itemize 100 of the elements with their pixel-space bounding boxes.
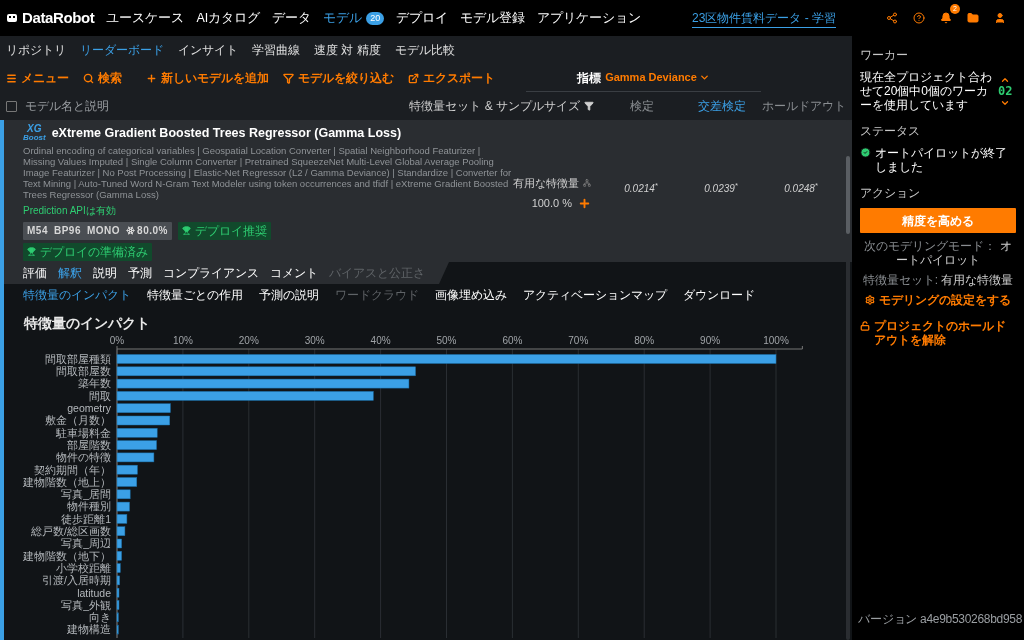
insight-tab[interactable]: ダウンロード: [683, 286, 755, 304]
project-link[interactable]: 23区物件賃料データ - 学習: [692, 8, 836, 28]
sidebar-link[interactable]: プロジェクトのホールドアウトを解除: [860, 319, 1016, 347]
logo[interactable]: DataRobot: [22, 6, 95, 30]
toolbar-button[interactable]: 検索: [83, 69, 122, 87]
bar: [116, 415, 170, 426]
nav-link[interactable]: モデル登録: [460, 8, 526, 28]
deploy-badge: デプロイの準備済み: [23, 242, 152, 261]
column-header[interactable]: 交差検定: [682, 97, 762, 115]
feature-set-text: 特徴量セット: 有用な特徴量: [861, 273, 1015, 287]
nav-link[interactable]: アプリケーション: [537, 8, 642, 28]
toolbar-button[interactable]: エクスポート: [408, 69, 495, 87]
nav-link[interactable]: ユースケース: [106, 8, 185, 28]
bar: [116, 477, 137, 487]
insight-tab[interactable]: アクティベーションマップ: [523, 286, 667, 304]
bar: [116, 501, 130, 512]
notifications-icon[interactable]: [940, 12, 952, 24]
select-all-checkbox[interactable]: [6, 100, 17, 112]
plus-icon: [146, 72, 157, 84]
user-icon[interactable]: [994, 12, 1006, 24]
version-text: バージョン a4e9b530268bd958: [858, 611, 1022, 628]
axis-tick-label: 60%: [502, 335, 523, 346]
bar-label: 間取部屋数: [56, 365, 111, 378]
toolbar-button[interactable]: メニュー: [6, 69, 69, 87]
count-badge: 20: [366, 11, 385, 25]
help-icon[interactable]: [913, 12, 925, 24]
sidebar-link[interactable]: モデリングの設定をする: [860, 293, 1016, 307]
subnav-tab[interactable]: リポジトリ: [6, 41, 66, 59]
axis-tick-label: 40%: [370, 335, 391, 346]
toolbar-button[interactable]: 新しいモデルを追加: [146, 69, 269, 87]
axis-tick-label: 10%: [172, 335, 193, 346]
section-heading: ワーカー: [860, 47, 909, 64]
bar-label: 物件の特徴: [56, 451, 111, 464]
subnav-tab[interactable]: モデル比較: [394, 41, 455, 59]
bar-label: 契約期間（年）: [34, 463, 111, 476]
toolbar-button[interactable]: モデルを絞り込む: [283, 69, 394, 87]
model-tag: M54 BP96 MONO 80.0%: [23, 221, 172, 240]
nav-link[interactable]: モデル 20: [323, 8, 385, 28]
metric-label: 指標: [577, 69, 602, 87]
chart-title: 特徴量のインパクト: [24, 315, 150, 332]
bar: [116, 600, 120, 610]
bar: [116, 428, 158, 438]
column-header[interactable]: ホールドアウト: [762, 97, 842, 115]
feature-set-name: 有用な特徴量: [513, 175, 579, 191]
metric-dropdown[interactable]: Gamma Deviance: [605, 69, 710, 86]
section-heading: アクション: [860, 185, 921, 202]
folder-icon[interactable]: [967, 12, 979, 24]
insight-tab[interactable]: 特徴量ごとの作用: [147, 286, 243, 304]
check-icon: [860, 147, 871, 158]
bar-label: 建物構造: [67, 623, 111, 636]
filter-icon[interactable]: [584, 101, 594, 111]
insight-tab[interactable]: 画像埋め込み: [435, 286, 507, 304]
model-tab[interactable]: 予測: [128, 264, 152, 282]
bar-label: 部屋階数: [67, 438, 111, 451]
settings-icon: [865, 295, 875, 305]
column-header[interactable]: 検定: [602, 97, 682, 115]
axis-tick-label: 20%: [238, 335, 259, 346]
status-text: オートパイロットが終了しました: [875, 146, 1008, 174]
subnav-tab[interactable]: 学習曲線: [252, 41, 300, 59]
bar-label: 敷金（月数）: [45, 414, 111, 427]
bar: [116, 551, 122, 561]
insight-tab[interactable]: 予測の説明: [259, 286, 319, 304]
axis-tick-label: 100%: [763, 335, 789, 346]
bar-label: geometry: [67, 402, 111, 414]
model-tab[interactable]: 解釈: [58, 264, 82, 282]
bar-label: 向き: [89, 611, 111, 624]
model-title[interactable]: eXtreme Gradient Boosted Trees Regressor (Gamma Loss): [51, 124, 402, 143]
subnav-tab[interactable]: 速度 対 精度: [314, 41, 381, 59]
scrollbar-thumb[interactable]: [846, 156, 850, 234]
snowflake-icon: [126, 226, 136, 236]
nav-link[interactable]: データ: [272, 8, 312, 28]
insight-tab[interactable]: 特徴量のインパクト: [23, 286, 131, 304]
nav-link[interactable]: デプロイ: [396, 8, 449, 28]
search-icon: [83, 72, 94, 84]
bar: [116, 489, 131, 500]
add-icon[interactable]: [578, 196, 591, 210]
bar: [116, 526, 126, 536]
axis-tick-label: 0%: [109, 335, 125, 346]
axis-tick-label: 90%: [700, 335, 721, 346]
model-tab[interactable]: コンプライアンス: [163, 264, 259, 282]
model-tab[interactable]: 説明: [93, 264, 117, 282]
filter-icon: [283, 72, 294, 84]
export-icon: [408, 72, 419, 84]
subnav-tab[interactable]: リーダーボード: [80, 41, 164, 59]
column-header[interactable]: 特徴量セット & サンプルサイズ: [409, 97, 580, 115]
bar-label: 写真_居間: [61, 488, 111, 501]
caret-icon: [698, 72, 710, 83]
model-tab[interactable]: コメント: [270, 264, 318, 282]
trophy-icon: [27, 247, 36, 257]
bar-label: 引渡/入居時期: [42, 574, 111, 587]
bar: [116, 440, 157, 450]
axis-tick-label: 50%: [436, 335, 457, 346]
axis-tick-label: 80%: [634, 335, 655, 346]
nav-link[interactable]: AIカタログ: [196, 8, 261, 28]
share-icon[interactable]: [886, 12, 898, 24]
bar: [116, 563, 121, 573]
api-status: Prediction APIは有効: [23, 203, 117, 218]
subnav-tab[interactable]: インサイト: [178, 41, 238, 59]
bar-label: 建物階数（地上）: [23, 475, 111, 488]
model-tab[interactable]: 評価: [23, 264, 47, 282]
